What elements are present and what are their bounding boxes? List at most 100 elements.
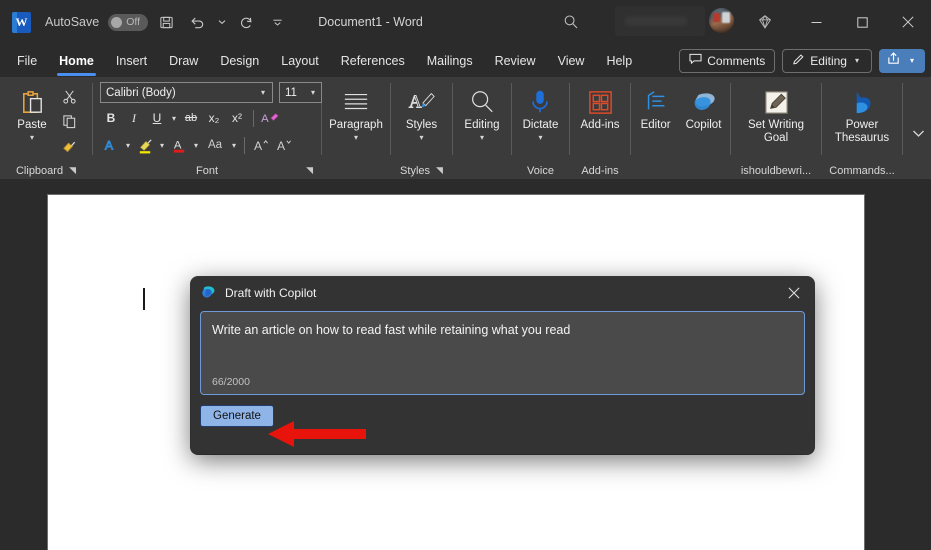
word-application-window: W AutoSave Off Document1 - Word File Hom… (0, 0, 931, 550)
chevron-down-icon: ▾ (854, 56, 859, 65)
paste-label: Paste (17, 119, 47, 131)
redo-button[interactable] (233, 9, 259, 35)
ribbon-group-styles: A Styles ▾ Styles ◥ (391, 77, 452, 179)
addins-label-text: Add-ins (581, 164, 619, 177)
tab-help[interactable]: Help (595, 48, 643, 74)
prompt-textarea[interactable]: Write an article on how to read fast whi… (200, 311, 805, 395)
share-chevron-down-icon: ▾ (909, 56, 914, 65)
share-button[interactable]: ▾ (878, 48, 925, 73)
copy-button[interactable] (58, 110, 80, 132)
tab-review[interactable]: Review (484, 48, 547, 74)
power-thesaurus-button[interactable]: Power Thesaurus (822, 82, 902, 145)
writing-goal-label-text: ishouldbewri... (740, 164, 812, 177)
change-case-dropdown-icon[interactable]: ▾ (229, 141, 239, 150)
dialog-title: Draft with Copilot (225, 285, 317, 300)
font-size-combobox[interactable]: 11 ▾ (279, 82, 322, 103)
editing-mode-button[interactable]: Editing ▾ (782, 48, 872, 73)
paragraph-icon (341, 85, 371, 119)
dialog-header: Draft with Copilot (191, 277, 814, 308)
word-logo-icon: W (12, 11, 31, 33)
tab-draw[interactable]: Draw (158, 48, 209, 74)
highlight-dropdown-icon[interactable]: ▾ (157, 141, 167, 150)
underline-dropdown-icon[interactable]: ▾ (169, 114, 179, 123)
autosave-toggle[interactable]: Off (108, 13, 149, 31)
undo-dropdown[interactable] (215, 9, 228, 35)
shrink-font-button[interactable]: A (273, 134, 295, 156)
prompt-text-value: Write an article on how to read fast whi… (212, 323, 571, 337)
highlight-color-button[interactable] (134, 134, 156, 156)
tab-file[interactable]: File (6, 48, 48, 74)
editing-button[interactable]: Editing ▾ (458, 82, 505, 142)
format-painter-button[interactable] (58, 135, 80, 157)
font-dialog-launcher[interactable]: ◥ (306, 166, 313, 175)
change-case-button[interactable]: Aa (202, 134, 228, 156)
superscript-button[interactable]: x² (226, 107, 248, 129)
paste-button[interactable]: Paste ▾ (10, 82, 54, 142)
grow-font-button[interactable]: A (250, 134, 272, 156)
minimize-icon[interactable] (793, 0, 839, 44)
tab-home[interactable]: Home (48, 48, 105, 76)
diamond-icon[interactable] (753, 10, 777, 34)
addins-group-label: Add-ins (570, 162, 630, 179)
ribbon: Paste ▾ Clipboard ◥ Calibri (Body) ▾ 11 … (0, 77, 931, 179)
text-effects-dropdown-icon[interactable]: ▾ (123, 141, 133, 150)
subscript-button[interactable]: x₂ (203, 107, 225, 129)
editing-label: Editing (810, 53, 847, 68)
clipboard-group-label: Clipboard ◥ (0, 162, 92, 179)
search-box-blurred[interactable] (615, 6, 705, 36)
styles-dialog-launcher[interactable]: ◥ (436, 166, 443, 175)
copilot-icon (200, 284, 217, 301)
editing-group-label (453, 162, 511, 179)
chevron-down-icon: ▾ (353, 133, 358, 143)
set-writing-goal-button[interactable]: Set Writing Goal (731, 82, 821, 145)
clear-formatting-button[interactable]: A (259, 107, 281, 129)
chevron-down-icon: ▾ (538, 133, 543, 143)
tab-design[interactable]: Design (209, 48, 270, 74)
tab-mailings[interactable]: Mailings (416, 48, 484, 74)
customize-quick-access-button[interactable] (264, 9, 290, 35)
svg-text:A: A (277, 139, 286, 153)
font-name-combobox[interactable]: Calibri (Body) ▾ (100, 82, 273, 103)
text-effects-button[interactable]: A (100, 134, 122, 156)
editor-label: Editor (640, 119, 671, 131)
close-icon[interactable] (782, 281, 806, 305)
dictate-label: Dictate (522, 119, 559, 131)
underline-button[interactable]: U (146, 107, 168, 129)
font-color-dropdown-icon[interactable]: ▾ (191, 141, 201, 150)
font-color-button[interactable]: A (168, 134, 190, 156)
share-icon (887, 51, 901, 70)
close-icon[interactable] (885, 0, 931, 44)
copilot-button[interactable]: Copilot (680, 82, 728, 132)
comments-button[interactable]: Comments (679, 48, 776, 73)
maximize-icon[interactable] (839, 0, 885, 44)
paragraph-group-label (322, 162, 390, 179)
ribbon-group-editor-copilot: Editor Copilot (631, 77, 730, 179)
bold-button[interactable]: B (100, 107, 122, 129)
collapse-ribbon-button[interactable] (912, 129, 925, 141)
window-controls (793, 0, 931, 44)
search-icon[interactable] (560, 11, 582, 33)
ribbon-group-voice: Dictate ▾ Voice (512, 77, 569, 179)
editor-button[interactable]: Editor (634, 82, 678, 132)
ribbon-tab-bar: File Home Insert Draw Design Layout Refe… (0, 44, 931, 77)
tab-references[interactable]: References (330, 48, 416, 74)
dictate-button[interactable]: Dictate ▾ (517, 82, 565, 142)
tab-view[interactable]: View (547, 48, 596, 74)
tab-insert[interactable]: Insert (105, 48, 158, 74)
set-writing-goal-icon (763, 85, 790, 119)
italic-button[interactable]: I (123, 107, 145, 129)
text-cursor (143, 288, 145, 310)
undo-button[interactable] (184, 9, 210, 35)
generate-button[interactable]: Generate (200, 405, 274, 427)
add-ins-button[interactable]: Add-ins (575, 82, 626, 132)
save-button[interactable] (153, 9, 179, 35)
svg-text:A: A (261, 113, 269, 125)
avatar[interactable] (709, 8, 734, 33)
cut-button[interactable] (58, 85, 80, 107)
paragraph-button[interactable]: Paragraph ▾ (323, 82, 389, 142)
styles-button[interactable]: A Styles ▾ (400, 82, 444, 142)
strikethrough-button[interactable]: ab (180, 107, 202, 129)
tab-layout[interactable]: Layout (270, 48, 330, 74)
clipboard-dialog-launcher[interactable]: ◥ (69, 166, 76, 175)
chevron-down-icon: ▾ (419, 133, 424, 143)
